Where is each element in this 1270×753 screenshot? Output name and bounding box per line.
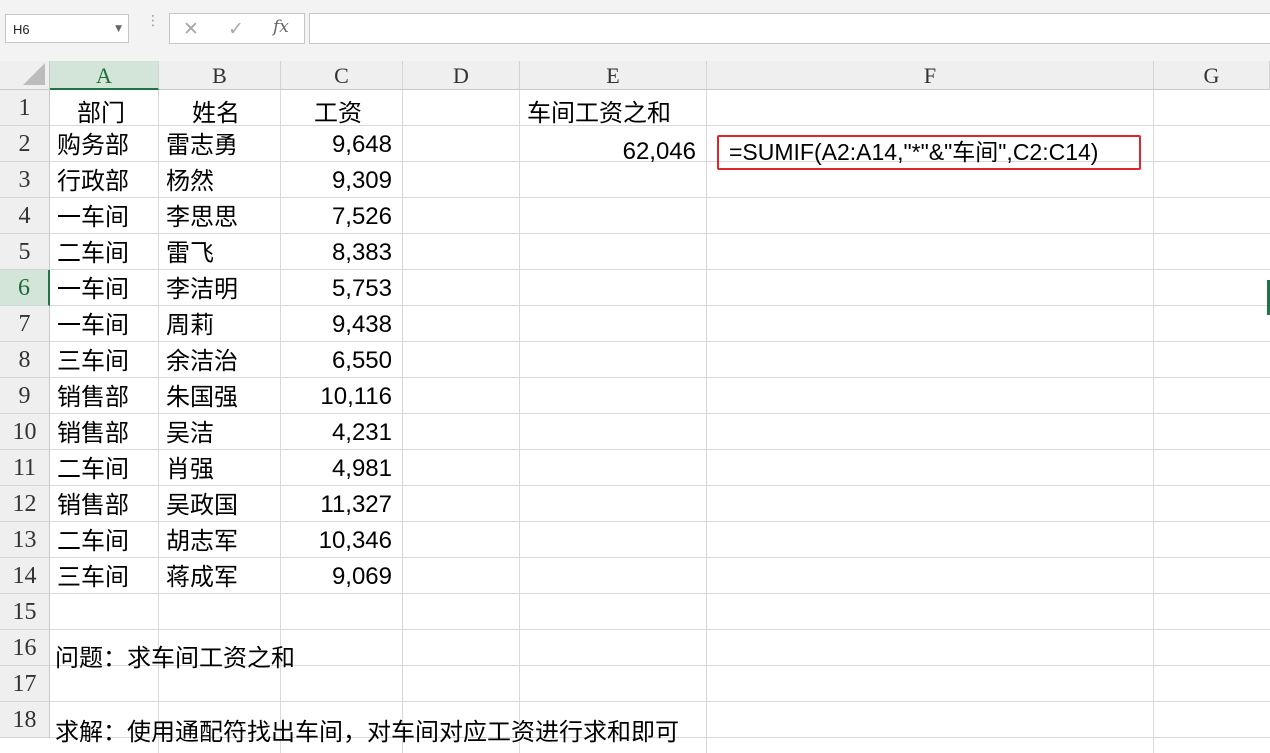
cell-dept[interactable]: 三车间 (50, 343, 158, 379)
cell-name[interactable]: 李洁明 (159, 271, 280, 307)
row-header-7[interactable]: 7 (0, 306, 50, 342)
chevron-down-icon[interactable]: ▼ (115, 24, 122, 34)
row-header-4[interactable]: 4 (0, 198, 50, 234)
grid-line (50, 701, 1270, 702)
cell-name[interactable]: 杨然 (159, 163, 280, 199)
cell-name[interactable]: 蒋成军 (159, 559, 280, 595)
column-header-g[interactable]: G (1154, 61, 1270, 90)
row-header-9[interactable]: 9 (0, 378, 50, 414)
cell-e1[interactable]: 车间工资之和 (520, 95, 706, 131)
cell-name[interactable]: 朱国强 (159, 379, 280, 415)
row-header-5[interactable]: 5 (0, 234, 50, 270)
cell-dept[interactable]: 三车间 (50, 559, 158, 595)
cell-name[interactable]: 雷飞 (159, 235, 280, 271)
row-header-16[interactable]: 16 (0, 630, 50, 666)
cell-name[interactable]: 余洁治 (159, 343, 280, 379)
formula-input[interactable] (309, 13, 1270, 44)
cancel-icon[interactable]: ✕ (183, 18, 199, 40)
row-header-11[interactable]: 11 (0, 450, 50, 486)
row-header-15[interactable]: 15 (0, 594, 50, 630)
formula-annotation[interactable]: =SUMIF(A2:A14,"*"&"车间",C2:C14) (729, 134, 1098, 170)
row-header-17[interactable]: 17 (0, 666, 50, 702)
cell-salary[interactable]: 9,069 (281, 559, 402, 595)
cell-dept[interactable]: 销售部 (50, 487, 158, 523)
cell-name[interactable]: 肖强 (159, 451, 280, 487)
cell-name[interactable]: 吴洁 (159, 415, 280, 451)
cell-salary[interactable]: 10,116 (281, 379, 402, 415)
row-header-1[interactable]: 1 (0, 90, 50, 126)
cell-a16-question[interactable]: 问题：求车间工资之和 (50, 640, 650, 676)
formula-bar: H6 ▼ ⋮ ✕ ✓ fx (0, 0, 1270, 62)
grid-line (50, 629, 1270, 630)
name-box[interactable]: H6 ▼ (5, 14, 129, 43)
formula-buttons: ✕ ✓ fx (169, 13, 305, 44)
cell-name[interactable]: 胡志军 (159, 523, 280, 559)
check-icon[interactable]: ✓ (228, 18, 244, 40)
cell-name[interactable]: 李思思 (159, 199, 280, 235)
name-box-value: H6 (13, 22, 30, 37)
cell-salary[interactable]: 10,346 (281, 523, 402, 559)
column-header-a[interactable]: A (50, 61, 159, 90)
cell-name[interactable]: 雷志勇 (159, 127, 280, 163)
cell-dept[interactable]: 二车间 (50, 451, 158, 487)
grid-line (706, 90, 707, 753)
cell-dept[interactable]: 销售部 (50, 379, 158, 415)
row-header-3[interactable]: 3 (0, 162, 50, 198)
cell-dept[interactable]: 一车间 (50, 271, 158, 307)
column-header-c[interactable]: C (281, 61, 403, 90)
column-header-e[interactable]: E (520, 61, 707, 90)
cell-salary[interactable]: 4,981 (281, 451, 402, 487)
cell-salary[interactable]: 9,438 (281, 307, 402, 343)
cell-a18-solution[interactable]: 求解：使用通配符找出车间，对车间对应工资进行求和即可 (50, 714, 950, 750)
cell-dept[interactable]: 购务部 (50, 127, 158, 163)
cell-dept[interactable]: 销售部 (50, 415, 158, 451)
row-header-6[interactable]: 6 (0, 270, 50, 306)
cell-dept[interactable]: 二车间 (50, 235, 158, 271)
cell-salary[interactable]: 9,309 (281, 163, 402, 199)
cell-salary[interactable]: 11,327 (281, 487, 402, 523)
row-header-13[interactable]: 13 (0, 522, 50, 558)
row-header-14[interactable]: 14 (0, 558, 50, 594)
cell-salary[interactable]: 5,753 (281, 271, 402, 307)
row-header-8[interactable]: 8 (0, 342, 50, 378)
cell-a1[interactable]: 部门 (50, 95, 158, 131)
cell-salary[interactable]: 9,648 (281, 127, 402, 163)
cell-dept[interactable]: 一车间 (50, 307, 158, 343)
cell-salary[interactable]: 4,231 (281, 415, 402, 451)
column-header-b[interactable]: B (159, 61, 281, 90)
cell-name[interactable]: 吴政国 (159, 487, 280, 523)
cell-salary[interactable]: 6,550 (281, 343, 402, 379)
column-header-f[interactable]: F (707, 61, 1154, 90)
cell-dept[interactable]: 二车间 (50, 523, 158, 559)
row-header-2[interactable]: 2 (0, 126, 50, 162)
row-header-18[interactable]: 18 (0, 702, 50, 738)
cell-salary[interactable]: 8,383 (281, 235, 402, 271)
row-header-12[interactable]: 12 (0, 486, 50, 522)
cell-c1[interactable]: 工资 (281, 95, 402, 131)
select-all-button[interactable] (0, 61, 50, 90)
cell-salary[interactable]: 7,526 (281, 199, 402, 235)
drag-handle-icon[interactable]: ⋮ (146, 14, 160, 28)
cell-e2[interactable]: 62,046 (520, 134, 706, 170)
grid-line (1153, 90, 1154, 753)
insert-function-icon[interactable]: fx (273, 17, 289, 37)
cell-b1[interactable]: 姓名 (159, 95, 280, 131)
cell-dept[interactable]: 一车间 (50, 199, 158, 235)
cell-dept[interactable]: 行政部 (50, 163, 158, 199)
cell-name[interactable]: 周莉 (159, 307, 280, 343)
column-header-d[interactable]: D (403, 61, 520, 90)
row-header-10[interactable]: 10 (0, 414, 50, 450)
